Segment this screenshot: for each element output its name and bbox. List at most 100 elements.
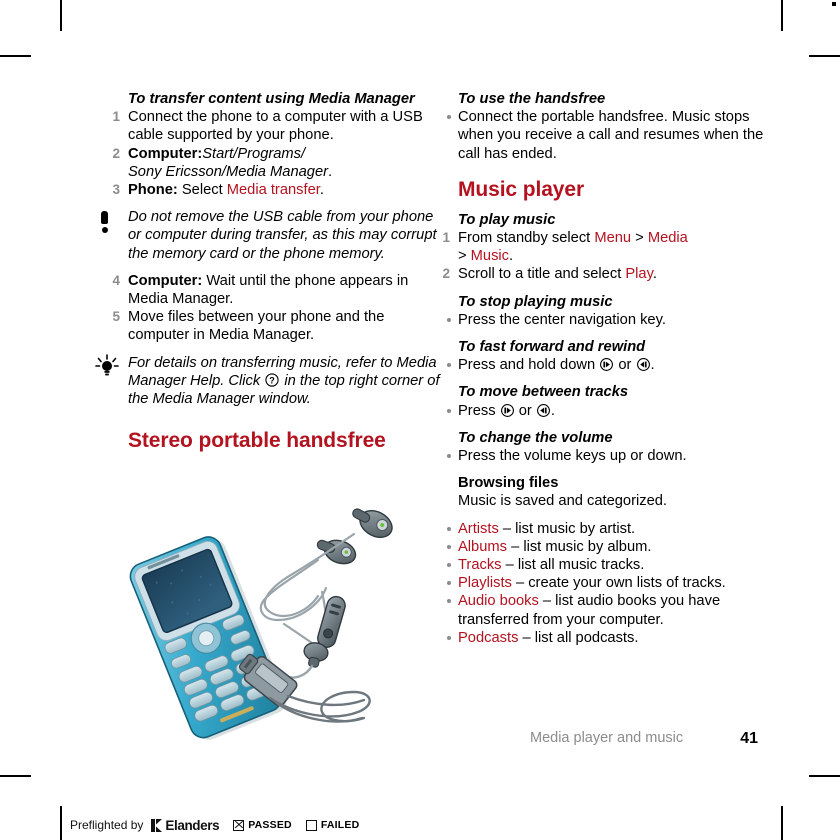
bullet-item: Press or . [447, 402, 770, 420]
crop-mark-bottom-left [60, 806, 62, 840]
bullet-item: Press and hold down or . [447, 356, 770, 374]
list-item: Albums – list music by album. [447, 538, 770, 556]
category-description: – list music by album. [506, 538, 652, 555]
step-item: 1 From standby select Menu > Media > Music… [442, 229, 770, 265]
bullet-text-post: . [650, 357, 655, 374]
list-item: Tracks – list all music tracks. [447, 556, 770, 574]
registration-dot [832, 2, 836, 6]
play-music-steps: 1 From standby select Menu > Media > Music… [442, 229, 770, 284]
step-text: From standby select [458, 230, 595, 247]
category-description: – list music by artist. [498, 520, 636, 537]
passed-checkbox [233, 819, 245, 831]
bullet-text-pre: Press [458, 402, 500, 419]
elanders-logo: Elanders [151, 817, 220, 833]
step-number: 4 [112, 272, 120, 288]
step-number: 5 [112, 309, 120, 325]
menu-separator: > [631, 230, 648, 247]
step-number: 1 [442, 230, 450, 246]
category-description: – list all podcasts. [518, 629, 639, 646]
category-label: Tracks [458, 557, 502, 574]
section-heading-music-player: Music player [458, 177, 585, 201]
step-label: Computer: [128, 145, 203, 162]
procedure-title-fast-forward-rewind: To fast forward and rewind [458, 339, 646, 356]
right-column: To use the handsfree Connect the portabl… [442, 90, 770, 647]
crop-mark-bottom-right [781, 806, 783, 840]
crop-mark-top-left [60, 0, 62, 31]
step-text: Scroll to a title and select [458, 266, 626, 283]
step-text: Connect the phone to a computer with a U… [128, 109, 423, 144]
change-volume-bullets: Press the volume keys up or down. [447, 447, 770, 465]
crop-mark-top-right [781, 0, 783, 31]
preflight-failed-status: FAILED [305, 819, 360, 831]
browsing-categories-list: Artists – list music by artist. Albums –… [447, 520, 770, 647]
list-item: Audio books – list audio books you have … [447, 592, 770, 628]
step-path-1: Start/Programs/ [202, 145, 306, 162]
svg-text:?: ? [270, 375, 276, 385]
bullet-item: Press the volume keys up or down. [447, 447, 770, 465]
phone-with-stereo-handsfree-illustration [118, 500, 418, 740]
procedure-title-use-handsfree: To use the handsfree [458, 91, 606, 107]
crop-mark-right-lower [809, 775, 840, 777]
transfer-content-steps: 1 Connect the phone to a computer with a … [112, 108, 440, 199]
category-label: Albums [458, 538, 507, 555]
bullet-text-post: . [550, 402, 555, 419]
procedure-title-move-between-tracks: To move between tracks [458, 384, 629, 401]
footer-section-title: Media player and music [530, 730, 684, 746]
step-item: 2 Computer:Start/Programs/Sony Ericsson/M… [112, 145, 440, 181]
menu-item-play: Play [625, 266, 653, 283]
procedure-title-stop-playing-music: To stop playing music [458, 293, 613, 310]
menu-item-menu: Menu [594, 230, 632, 247]
category-description: – list all music tracks. [501, 557, 645, 574]
step-period: . [328, 163, 333, 180]
step-text: Select [177, 182, 227, 199]
category-label: Artists [458, 520, 499, 537]
procedure-title-transfer-content: To transfer content using Media Manager [128, 91, 415, 107]
category-label: Podcasts [458, 629, 519, 646]
crop-mark-left-upper [0, 55, 31, 57]
bullet-item: Connect the portable handsfree. Music st… [447, 108, 770, 163]
note-text: Do not remove the USB cable from your ph… [128, 209, 437, 262]
left-column: To transfer content using Media Manager … [95, 90, 440, 453]
page-number: 41 [740, 730, 758, 747]
page-footer: Media player and music 41 [458, 730, 770, 752]
step-number: 3 [112, 182, 120, 198]
menu-separator: > [458, 248, 471, 265]
step-period: . [319, 182, 324, 199]
lightbulb-tip-icon [94, 353, 120, 378]
failed-checkbox [305, 819, 317, 831]
bullet-text-mid: or [614, 357, 636, 374]
crop-mark-left-lower [0, 775, 31, 777]
failed-label: FAILED [320, 819, 360, 831]
preflight-bar: Preflighted by Elanders PASSED FAILED [70, 816, 359, 834]
step-number: 1 [112, 109, 120, 125]
elanders-brand-text: Elanders [165, 817, 220, 833]
step-period: . [509, 248, 514, 265]
step-label: Phone: [128, 182, 178, 199]
menu-item-media-transfer: Media transfer [226, 182, 320, 199]
step-item: 3 Phone: Select Media transfer. [112, 181, 440, 199]
exclamation-note-icon [100, 211, 110, 234]
step-number: 2 [112, 145, 120, 161]
step-text: Move files between your phone and the co… [128, 309, 385, 344]
step-item: 2 Scroll to a title and select Play. [442, 265, 770, 283]
nav-key-left-icon [536, 403, 550, 417]
bullet-text-mid: or [514, 402, 536, 419]
nav-key-right-icon [600, 358, 614, 372]
step-number: 2 [442, 266, 450, 282]
step-item: 4 Computer: Wait until the phone appears … [112, 272, 440, 308]
browsing-files-description: Music is saved and categorized. [458, 493, 667, 510]
elanders-mark-icon [151, 818, 163, 832]
list-item: Artists – list music by artist. [447, 520, 770, 538]
step-item: 5 Move files between your phone and the c… [112, 308, 440, 344]
step-period: . [652, 266, 657, 283]
category-label: Playlists [458, 575, 512, 592]
note-callout-usb-cable: Do not remove the USB cable from your ph… [101, 208, 440, 263]
step-label: Computer: [128, 272, 203, 289]
procedure-title-play-music: To play music [458, 211, 556, 228]
procedure-title-change-volume: To change the volume [458, 429, 613, 446]
stop-music-bullets: Press the center navigation key. [447, 311, 770, 329]
passed-label: PASSED [248, 819, 292, 831]
subsection-title-browsing-files: Browsing files [458, 475, 559, 492]
use-handsfree-bullets: Connect the portable handsfree. Music st… [447, 108, 770, 163]
tip-callout-media-manager-help: For details on transferring music, refer… [95, 353, 440, 409]
